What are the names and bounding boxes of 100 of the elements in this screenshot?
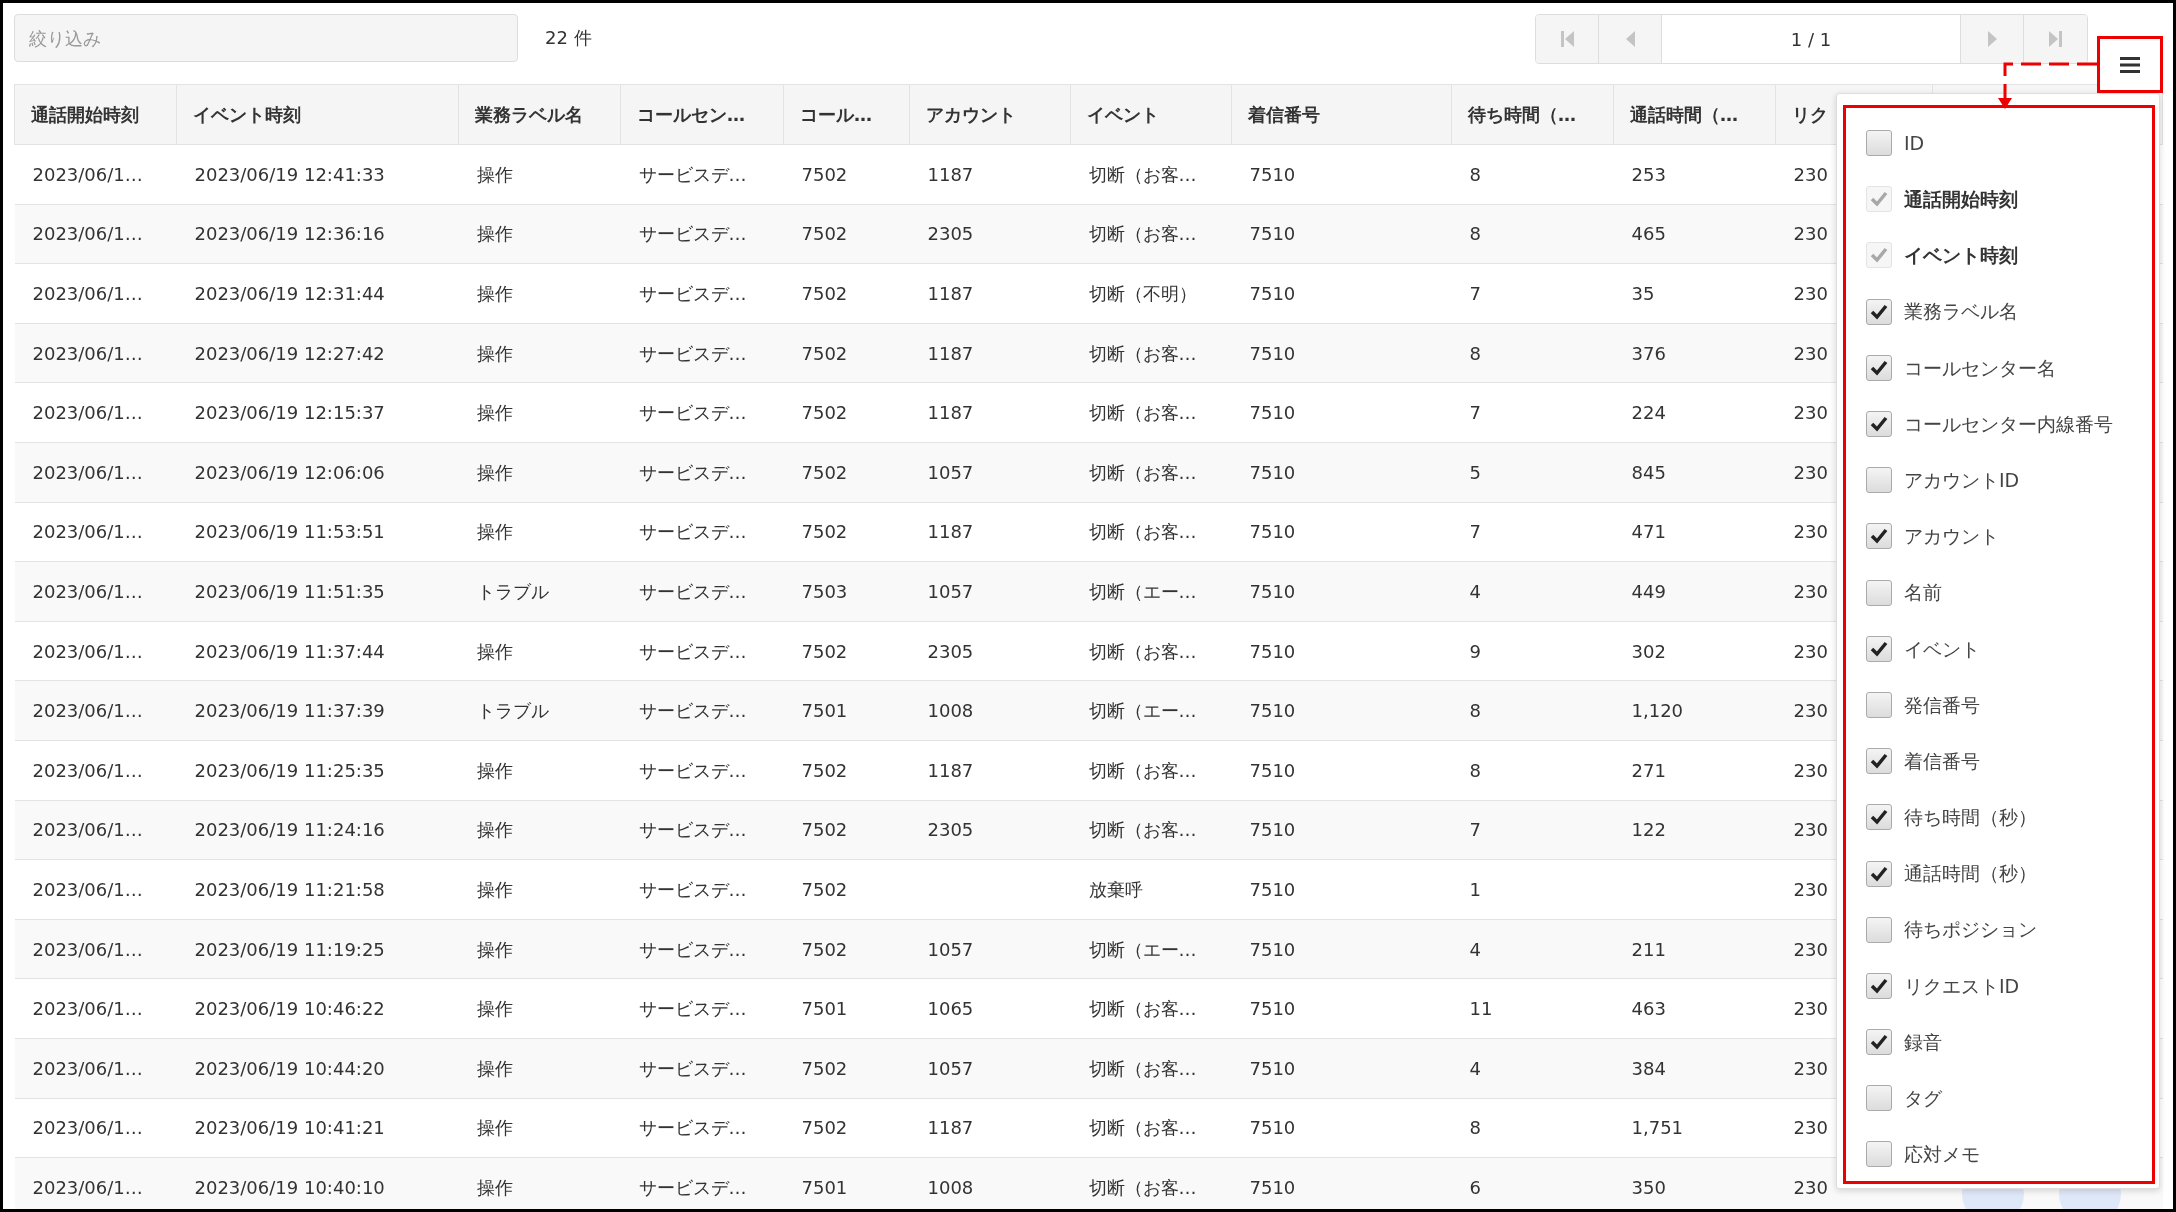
table-cell: 操作 (458, 204, 621, 264)
table-cell: 8 (1451, 680, 1614, 741)
table-cell: 2023/06/1… (14, 800, 177, 860)
checkbox[interactable] (1866, 411, 1892, 438)
check-icon (1870, 977, 1888, 994)
table-cell: 7502 (783, 1038, 910, 1098)
table-cell: 1057 (909, 1038, 1071, 1098)
table-cell: 2305 (909, 621, 1071, 681)
table-cell: 操作 (458, 502, 621, 562)
table-cell: 2023/06/19 12:27:42 (176, 323, 459, 383)
table-cell: 7 (1451, 263, 1614, 324)
column-header[interactable]: アカウント (909, 84, 1071, 145)
table-cell: 8 (1451, 204, 1614, 264)
menu-button[interactable] (2097, 36, 2163, 93)
checkbox[interactable] (1866, 1141, 1892, 1168)
table-cell: 2023/06/19 11:37:39 (176, 680, 459, 741)
table-cell: 操作 (458, 442, 621, 503)
table-cell: 9 (1451, 621, 1614, 681)
table-cell: 2023/06/1… (14, 323, 177, 383)
checkbox[interactable] (1866, 691, 1892, 718)
checkbox[interactable] (1866, 467, 1892, 494)
column-header[interactable]: 着信番号 (1231, 84, 1452, 145)
table-cell: 7502 (783, 859, 910, 920)
table-cell: 2023/06/1… (14, 621, 177, 681)
table-cell: 1187 (909, 740, 1071, 801)
column-header[interactable]: 待ち時間（… (1451, 84, 1614, 145)
column-header[interactable]: 通話開始時刻 (14, 84, 177, 145)
table-cell: 7510 (1231, 204, 1452, 264)
check-icon (1870, 359, 1888, 376)
table-cell: サービスデ… (620, 978, 784, 1039)
table-cell: 操作 (458, 323, 621, 383)
table-cell: 7502 (783, 621, 910, 681)
table-cell: 操作 (458, 978, 621, 1039)
table-cell: 7502 (783, 263, 910, 324)
table-cell: 7510 (1231, 978, 1452, 1039)
last-page-icon (2049, 31, 2062, 47)
table-cell: 2023/06/1… (14, 740, 177, 801)
table-cell: サービスデ… (620, 680, 784, 741)
table-cell: 1057 (909, 442, 1071, 503)
checkbox[interactable] (1866, 298, 1892, 325)
table-cell: 切断（お客… (1070, 382, 1232, 443)
table-cell: 2023/06/19 12:31:44 (176, 263, 459, 324)
table-cell: 7502 (783, 740, 910, 801)
table-cell: 7502 (783, 919, 910, 979)
table-cell: 1008 (909, 1157, 1071, 1209)
checkbox[interactable] (1866, 1029, 1892, 1056)
table-cell: 操作 (458, 919, 621, 979)
table-cell: 224 (1613, 382, 1776, 443)
table-cell: 376 (1613, 323, 1776, 383)
checkbox[interactable] (1866, 860, 1892, 887)
column-header[interactable]: 通話時間（… (1613, 84, 1776, 145)
table-cell: 471 (1613, 502, 1776, 562)
table-cell: 465 (1613, 204, 1776, 264)
table-cell: 350 (1613, 1157, 1776, 1209)
table-cell: サービスデ… (620, 144, 784, 205)
checkbox[interactable] (1866, 579, 1892, 606)
check-icon (1870, 865, 1888, 882)
table-cell: 7501 (783, 680, 910, 741)
table-cell: 7510 (1231, 382, 1452, 443)
table-cell: 2023/06/19 12:15:37 (176, 382, 459, 443)
table-cell: 2023/06/19 12:06:06 (176, 442, 459, 503)
checkbox[interactable] (1866, 354, 1892, 381)
next-icon (1987, 31, 1997, 47)
table-cell: 操作 (458, 1098, 621, 1158)
table-cell: 7 (1451, 382, 1614, 443)
table-cell: 7502 (783, 323, 910, 383)
checkbox[interactable] (1866, 1085, 1892, 1112)
table-cell: 7510 (1231, 502, 1452, 562)
check-icon (1870, 416, 1888, 433)
table-cell: 切断（お客… (1070, 978, 1232, 1039)
checkbox[interactable] (1866, 635, 1892, 662)
table-cell: 1187 (909, 263, 1071, 324)
table-cell: 7502 (783, 442, 910, 503)
table-cell: 2023/06/19 10:40:10 (176, 1157, 459, 1209)
checkbox[interactable] (1866, 130, 1892, 157)
table-cell: 2023/06/1… (14, 561, 177, 622)
table-cell: サービスデ… (620, 442, 784, 503)
checkbox[interactable] (1866, 804, 1892, 831)
column-header[interactable]: イベント (1070, 84, 1232, 145)
filter-field[interactable]: 絞り込み (14, 14, 518, 62)
checkbox[interactable] (1866, 523, 1892, 550)
checkbox[interactable] (1866, 916, 1892, 943)
checkbox[interactable] (1866, 748, 1892, 775)
column-header[interactable]: コール… (783, 84, 910, 145)
table-cell: 7502 (783, 800, 910, 860)
table-cell: 切断（お客… (1070, 144, 1232, 205)
table-cell: 2023/06/1… (14, 204, 177, 264)
table-cell: 1,751 (1613, 1098, 1776, 1158)
table-cell: 211 (1613, 919, 1776, 979)
table-cell: 8 (1451, 144, 1614, 205)
table-cell: 7502 (783, 502, 910, 562)
table-cell: 切断（エー… (1070, 680, 1232, 741)
column-header[interactable]: コールセン… (620, 84, 784, 145)
check-icon (1870, 528, 1888, 545)
column-header[interactable]: 業務ラベル名 (458, 84, 621, 145)
column-header[interactable]: イベント時刻 (176, 84, 459, 145)
table-cell: 1 (1451, 859, 1614, 920)
table-cell: 384 (1613, 1038, 1776, 1098)
checkbox[interactable] (1866, 972, 1892, 999)
table-cell: 7510 (1231, 1038, 1452, 1098)
